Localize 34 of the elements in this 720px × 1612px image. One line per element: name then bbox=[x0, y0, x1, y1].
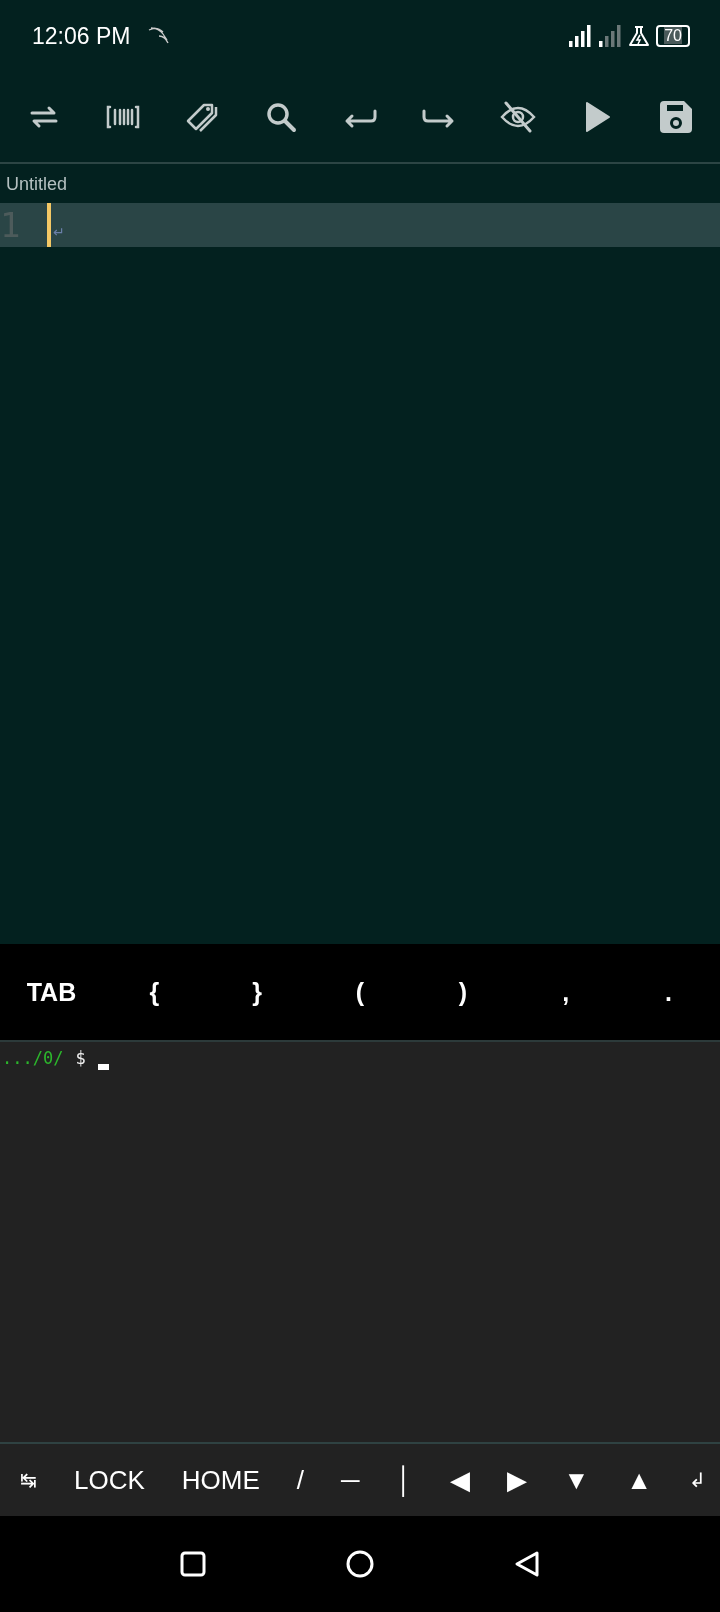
prompt-path: .../0/ bbox=[2, 1048, 64, 1068]
battery-indicator: 70 bbox=[656, 25, 690, 47]
signal-icon bbox=[598, 25, 623, 47]
terminal-key[interactable]: ─ bbox=[334, 1460, 366, 1500]
terminal-key[interactable]: ↹ bbox=[14, 1464, 43, 1496]
back-button[interactable] bbox=[514, 1550, 540, 1578]
extra-key[interactable]: } bbox=[244, 973, 270, 1011]
terminal-key[interactable]: ▶ bbox=[500, 1460, 533, 1500]
terminal-key[interactable]: ◀ bbox=[443, 1460, 476, 1500]
extra-key[interactable]: , bbox=[554, 973, 578, 1011]
extra-key[interactable]: ) bbox=[450, 973, 475, 1011]
terminal-cursor bbox=[97, 1064, 109, 1070]
extra-key[interactable]: TAB bbox=[18, 973, 85, 1011]
file-tab-title[interactable]: Untitled bbox=[0, 164, 720, 203]
terminal-key[interactable]: │ bbox=[390, 1460, 419, 1500]
signal-icon bbox=[568, 25, 593, 47]
recents-button[interactable] bbox=[180, 1551, 206, 1577]
terminal-panel[interactable]: .../0/ $ bbox=[0, 1042, 720, 1442]
extra-key[interactable]: { bbox=[141, 973, 168, 1011]
extra-key[interactable]: ( bbox=[347, 973, 373, 1011]
prompt-symbol: $ bbox=[75, 1048, 86, 1068]
flask-icon bbox=[628, 25, 651, 47]
terminal-key[interactable]: ▼ bbox=[557, 1460, 596, 1500]
terminal-key[interactable]: / bbox=[290, 1460, 310, 1500]
text-cursor bbox=[47, 203, 51, 247]
terminal-key[interactable]: ↲ bbox=[682, 1464, 712, 1496]
line-end-marker: ↵ bbox=[53, 224, 65, 240]
terminal-key[interactable]: HOME bbox=[175, 1460, 266, 1500]
notification-icon bbox=[148, 27, 171, 45]
terminal-key[interactable]: LOCK bbox=[67, 1460, 151, 1500]
extra-key[interactable]: . bbox=[657, 973, 681, 1011]
status-time: 12:06 PM bbox=[32, 22, 131, 50]
terminal-key[interactable]: ▲ bbox=[620, 1460, 658, 1500]
home-button[interactable] bbox=[346, 1550, 374, 1578]
